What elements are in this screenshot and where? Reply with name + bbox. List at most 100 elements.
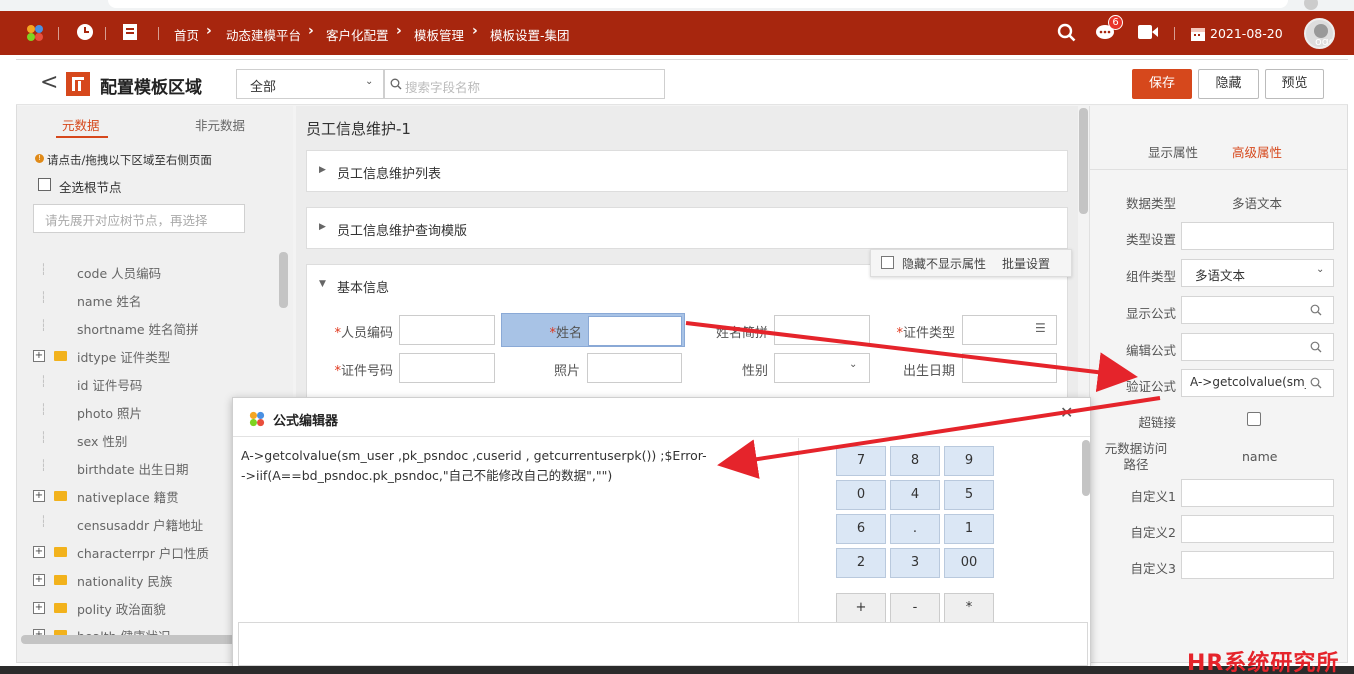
category-select[interactable]: 全部 ⌄ xyxy=(236,69,384,99)
tab-non-metadata[interactable]: 非元数据 xyxy=(195,115,245,134)
field-label-code: *人员编码 xyxy=(334,326,393,341)
custom1-input[interactable] xyxy=(1181,479,1334,507)
tree-item-label: id 证件号码 xyxy=(77,378,143,393)
custom2-input[interactable] xyxy=(1181,515,1334,543)
property-toolbar: 隐藏不显示属性 批量设置 xyxy=(870,249,1072,277)
key-7[interactable]: 7 xyxy=(836,446,886,476)
key-1[interactable]: 1 xyxy=(944,514,994,544)
hide-props-label: 隐藏不显示属性 xyxy=(902,257,987,271)
close-icon[interactable]: ✕ xyxy=(1060,403,1073,422)
custom3-input[interactable] xyxy=(1181,551,1334,579)
birthdate-input[interactable] xyxy=(962,353,1057,383)
name-field-selected[interactable]: *姓名 xyxy=(501,313,685,347)
browser-profile-icon[interactable] xyxy=(1304,0,1318,10)
tree-search-input[interactable]: 请先展开对应树节点，再选择 xyxy=(33,204,245,233)
key-00[interactable]: 00 xyxy=(944,548,994,578)
expand-icon[interactable]: + xyxy=(33,602,45,614)
search-icon[interactable] xyxy=(1310,377,1322,389)
folder-icon xyxy=(54,547,67,557)
chevron-down-icon: ⌄ xyxy=(365,76,374,87)
edit-formula-input[interactable] xyxy=(1181,333,1334,361)
expand-icon[interactable]: + xyxy=(33,574,45,586)
display-formula-input[interactable] xyxy=(1181,296,1334,324)
tab-metadata[interactable]: 元数据 xyxy=(62,115,100,134)
folder-icon xyxy=(54,575,67,585)
drag-hint: 请点击/拖拽以下区域至右侧页面 xyxy=(47,153,212,167)
dialog-title: 公式编辑器 xyxy=(273,414,339,429)
tree-scrollbar[interactable] xyxy=(279,252,288,308)
section-query[interactable]: ▶ 员工信息维护查询模版 xyxy=(306,207,1068,249)
idtype-input[interactable]: ☰ xyxy=(962,315,1057,345)
batch-setting-button[interactable]: 批量设置 xyxy=(1002,255,1050,272)
field-search-placeholder: 搜索字段名称 xyxy=(405,80,481,95)
name-input[interactable] xyxy=(588,316,682,346)
photo-input[interactable] xyxy=(587,353,682,383)
back-button[interactable]: < xyxy=(40,70,58,95)
search-icon[interactable] xyxy=(1310,304,1322,316)
breadcrumb-customization[interactable]: 客户化配置 xyxy=(326,25,389,44)
idno-input[interactable] xyxy=(399,353,495,383)
dialog-scrollbar[interactable] xyxy=(1082,440,1090,496)
key-0[interactable]: 0 xyxy=(836,480,886,510)
avatar[interactable]: ogo xyxy=(1304,18,1335,49)
hide-props-checkbox[interactable] xyxy=(881,256,894,269)
section-title: 员工信息维护列表 xyxy=(337,167,442,182)
document-icon[interactable] xyxy=(122,23,138,41)
field-search-input[interactable]: 搜索字段名称 xyxy=(384,69,665,99)
field-label-sex: 性别 xyxy=(741,364,768,379)
key-6[interactable]: 6 xyxy=(836,514,886,544)
key-multiply[interactable]: * xyxy=(944,593,994,623)
expand-icon[interactable]: + xyxy=(33,490,45,502)
tab-active-indicator xyxy=(56,136,108,138)
search-icon[interactable] xyxy=(1057,23,1077,43)
tree-item-label: shortname 姓名简拼 xyxy=(77,322,199,337)
key-4[interactable]: 4 xyxy=(890,480,940,510)
meta-path-value: name xyxy=(1242,449,1278,464)
validate-formula-label: 验证公式 xyxy=(1125,379,1176,394)
validate-formula-input[interactable]: A->getcolvalue(sm_ xyxy=(1181,369,1334,397)
expand-icon[interactable]: + xyxy=(33,546,45,558)
breadcrumb-template-management[interactable]: 模板管理 xyxy=(414,25,464,44)
formula-description-box[interactable] xyxy=(238,622,1088,666)
key-plus[interactable]: + xyxy=(836,593,886,623)
key-3[interactable]: 3 xyxy=(890,548,940,578)
section-list[interactable]: ▶ 员工信息维护列表 xyxy=(306,150,1068,192)
key-5[interactable]: 5 xyxy=(944,480,994,510)
field-label-idtype: *证件类型 xyxy=(896,326,955,341)
type-setting-input[interactable] xyxy=(1181,222,1334,250)
hide-button[interactable]: 隐藏 xyxy=(1198,69,1259,99)
formula-editor-dialog: 公式编辑器 ✕ A->getcolvalue(sm_user ,pk_psndo… xyxy=(232,397,1091,667)
code-input[interactable] xyxy=(399,315,495,345)
save-button[interactable]: 保存 xyxy=(1132,69,1192,99)
template-title: 员工信息维护-1 xyxy=(306,120,411,138)
key-dot[interactable]: . xyxy=(890,514,940,544)
tab-advanced-props[interactable]: 高级属性 xyxy=(1232,142,1282,161)
app-logo-icon[interactable] xyxy=(25,24,45,42)
breadcrumb-home[interactable]: 首页 xyxy=(174,25,199,44)
formula-textarea[interactable]: A->getcolvalue(sm_user ,pk_psndoc ,cuser… xyxy=(235,438,798,621)
clock-icon[interactable] xyxy=(76,23,94,41)
expand-icon[interactable]: + xyxy=(33,350,45,362)
breadcrumb-modeling-platform[interactable]: 动态建模平台 xyxy=(226,25,301,44)
tab-display-props[interactable]: 显示属性 xyxy=(1148,142,1198,161)
key-8[interactable]: 8 xyxy=(890,446,940,476)
search-icon[interactable] xyxy=(1310,341,1322,353)
chevron-right-icon: › xyxy=(472,23,478,39)
key-minus[interactable]: - xyxy=(890,593,940,623)
breadcrumb-current: 模板设置-集团 xyxy=(490,28,570,43)
preview-button[interactable]: 预览 xyxy=(1265,69,1324,99)
video-icon[interactable] xyxy=(1137,24,1159,40)
calendar-icon[interactable] xyxy=(1190,26,1206,42)
key-9[interactable]: 9 xyxy=(944,446,994,476)
hyperlink-checkbox[interactable] xyxy=(1247,412,1261,426)
field-label-birthdate: 出生日期 xyxy=(902,364,955,379)
tree-item-label: nativeplace 籍贯 xyxy=(77,490,179,505)
component-type-select[interactable]: 多语文本 ⌄ xyxy=(1181,259,1334,287)
center-scrollbar[interactable] xyxy=(1079,108,1088,214)
dialog-divider xyxy=(233,436,1090,437)
folder-icon xyxy=(54,603,67,613)
select-all-checkbox[interactable] xyxy=(38,178,51,191)
shortname-input[interactable] xyxy=(774,315,870,345)
sex-select[interactable]: ⌄ xyxy=(774,353,870,383)
key-2[interactable]: 2 xyxy=(836,548,886,578)
